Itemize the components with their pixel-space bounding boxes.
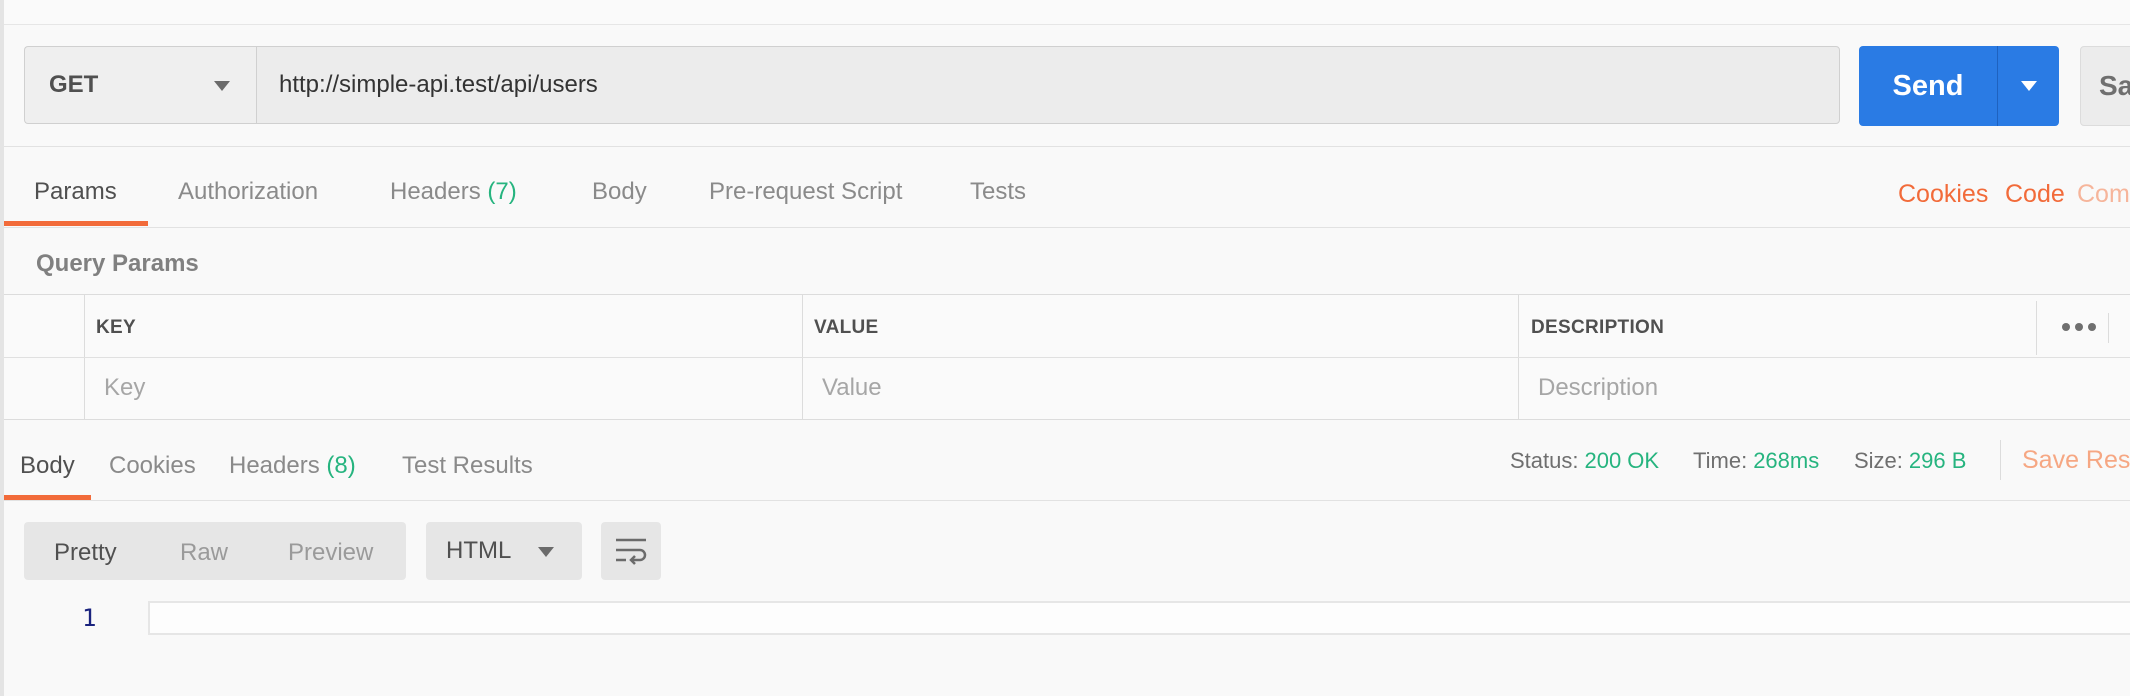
row-divider (4, 357, 2130, 358)
language-select[interactable]: HTML (426, 522, 582, 580)
status-readout: Status: 200 OK (1510, 448, 1659, 474)
code-editor-line[interactable] (148, 601, 2130, 635)
tab-label: Cookies (109, 452, 196, 479)
tab-label: Pre-request Script (709, 178, 903, 205)
request-tabs: Params Authorization Headers (7) Body Pr… (4, 150, 2130, 228)
chevron-down-icon (538, 547, 554, 557)
chevron-down-icon (2020, 81, 2037, 91)
size-readout: Size: 296 B (1854, 448, 1966, 474)
response-tab-cookies[interactable]: Cookies (109, 452, 196, 480)
more-horizontal-icon[interactable] (2062, 323, 2096, 331)
status-label: Status: (1510, 448, 1579, 473)
tab-body[interactable]: Body (592, 178, 647, 206)
tab-count: (8) (326, 452, 356, 479)
size-label: Size: (1854, 448, 1903, 473)
save-button[interactable]: Sa (2080, 46, 2130, 126)
tab-pre-request-script[interactable]: Pre-request Script (709, 178, 902, 206)
format-raw-button[interactable]: Raw (180, 539, 228, 567)
divider (4, 146, 2130, 147)
response-tab-headers[interactable]: Headers (8) (229, 452, 356, 480)
format-pretty-button[interactable]: Pretty (54, 539, 117, 567)
column-divider (2108, 313, 2109, 343)
method-select[interactable]: GET (24, 46, 256, 124)
send-label: Send (1892, 69, 1964, 102)
wrap-lines-button[interactable] (601, 522, 661, 580)
time-value: 268ms (1753, 448, 1820, 473)
divider (2000, 440, 2001, 480)
column-header-description: DESCRIPTION (1531, 317, 1665, 338)
tab-label: Headers (229, 452, 320, 479)
request-bar: GET (24, 46, 1840, 126)
tab-label: Params (34, 178, 117, 205)
tab-tests[interactable]: Tests (970, 178, 1026, 206)
save-response-button[interactable]: Save Resp (2022, 446, 2130, 475)
tab-label: Headers (390, 178, 481, 205)
cookies-link[interactable]: Cookies (1898, 180, 1988, 209)
language-label: HTML (446, 537, 512, 564)
status-value: 200 OK (1584, 448, 1660, 473)
save-label: Sa (2099, 70, 2130, 101)
column-divider (2036, 301, 2037, 355)
time-label: Time: (1693, 448, 1748, 473)
column-header-key: KEY (96, 317, 136, 338)
tab-label: Body (592, 178, 647, 205)
response-tab-test-results[interactable]: Test Results (402, 452, 533, 480)
wrap-lines-icon (616, 538, 647, 565)
format-toggle-group: Pretty Raw Preview (24, 522, 406, 580)
tab-strip (4, 0, 2130, 25)
tab-label: Authorization (178, 178, 319, 205)
url-input[interactable] (256, 46, 1840, 124)
column-header-value: VALUE (814, 317, 879, 338)
divider (4, 500, 2130, 501)
response-tab-body[interactable]: Body (20, 452, 75, 480)
divider (4, 227, 2130, 228)
tab-label: Test Results (402, 452, 533, 479)
query-params-table: KEY VALUE DESCRIPTION (4, 294, 2130, 420)
send-options-button[interactable] (1998, 46, 2059, 126)
tab-params[interactable]: Params (34, 178, 117, 206)
tab-headers[interactable]: Headers (7) (390, 178, 517, 206)
active-tab-indicator (4, 221, 148, 226)
line-number: 1 (82, 604, 97, 632)
tab-authorization[interactable]: Authorization (178, 178, 318, 206)
chevron-down-icon (214, 81, 230, 91)
comments-link[interactable]: Com (2077, 180, 2130, 209)
method-label: GET (49, 71, 99, 98)
format-preview-button[interactable]: Preview (288, 539, 373, 567)
param-key-input[interactable] (90, 359, 798, 417)
send-button[interactable]: Send (1859, 46, 2059, 126)
size-value: 296 B (1908, 448, 1967, 473)
param-value-input[interactable] (808, 359, 1514, 417)
tab-count: (7) (487, 178, 517, 205)
code-link[interactable]: Code (2005, 180, 2065, 209)
query-params-title: Query Params (36, 250, 199, 277)
tab-label: Body (20, 452, 75, 479)
param-description-input[interactable] (1524, 359, 2124, 417)
time-readout: Time: 268ms (1693, 448, 1819, 474)
tab-label: Tests (970, 178, 1027, 205)
